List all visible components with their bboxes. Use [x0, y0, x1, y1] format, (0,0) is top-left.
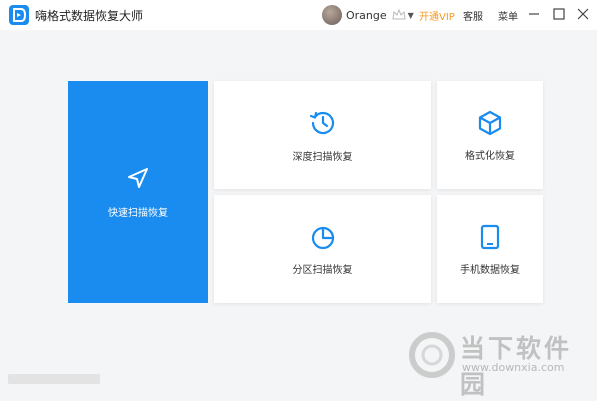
user-name[interactable]: Orange — [346, 9, 387, 22]
quick-scan-card[interactable]: 快速扫描恢复 — [68, 81, 208, 303]
cube-icon — [478, 110, 502, 135]
phone-recovery-label: 手机数据恢复 — [460, 264, 520, 276]
menu-link[interactable]: 菜单 — [498, 8, 518, 23]
close-icon[interactable] — [575, 6, 591, 22]
customer-service-link[interactable]: 客服 — [463, 8, 483, 23]
pie-chart-icon — [311, 226, 334, 249]
deep-scan-card[interactable]: 深度扫描恢复 — [214, 81, 431, 189]
deep-scan-label: 深度扫描恢复 — [292, 151, 353, 163]
chevron-down-icon[interactable]: ▼ — [408, 11, 414, 20]
quick-scan-label: 快速扫描恢复 — [108, 207, 168, 219]
open-vip-link[interactable]: 开通VIP — [419, 8, 455, 23]
crown-icon — [392, 8, 406, 20]
partition-scan-label: 分区扫描恢复 — [292, 264, 353, 276]
minimize-icon[interactable] — [526, 6, 542, 22]
phone-recovery-card[interactable]: 手机数据恢复 — [437, 195, 543, 303]
navigation-arrow-icon — [128, 167, 148, 188]
history-clock-icon — [309, 111, 334, 134]
maximize-icon[interactable] — [551, 6, 567, 22]
avatar[interactable] — [322, 5, 342, 25]
partition-scan-card[interactable]: 分区扫描恢复 — [214, 195, 431, 303]
app-logo-icon — [9, 5, 29, 25]
mobile-phone-icon — [480, 224, 500, 249]
format-recovery-label: 格式化恢复 — [465, 150, 515, 162]
status-text — [8, 374, 100, 384]
watermark-url: www.downxia.com — [462, 361, 565, 374]
title-bar: 嗨格式数据恢复大师 Orange ▼ 开通VIP 客服 菜单 — [0, 0, 597, 30]
format-recovery-card[interactable]: 格式化恢复 — [437, 81, 543, 189]
user-menu[interactable]: Orange ▼ — [322, 5, 414, 25]
app-title: 嗨格式数据恢复大师 — [35, 9, 144, 23]
